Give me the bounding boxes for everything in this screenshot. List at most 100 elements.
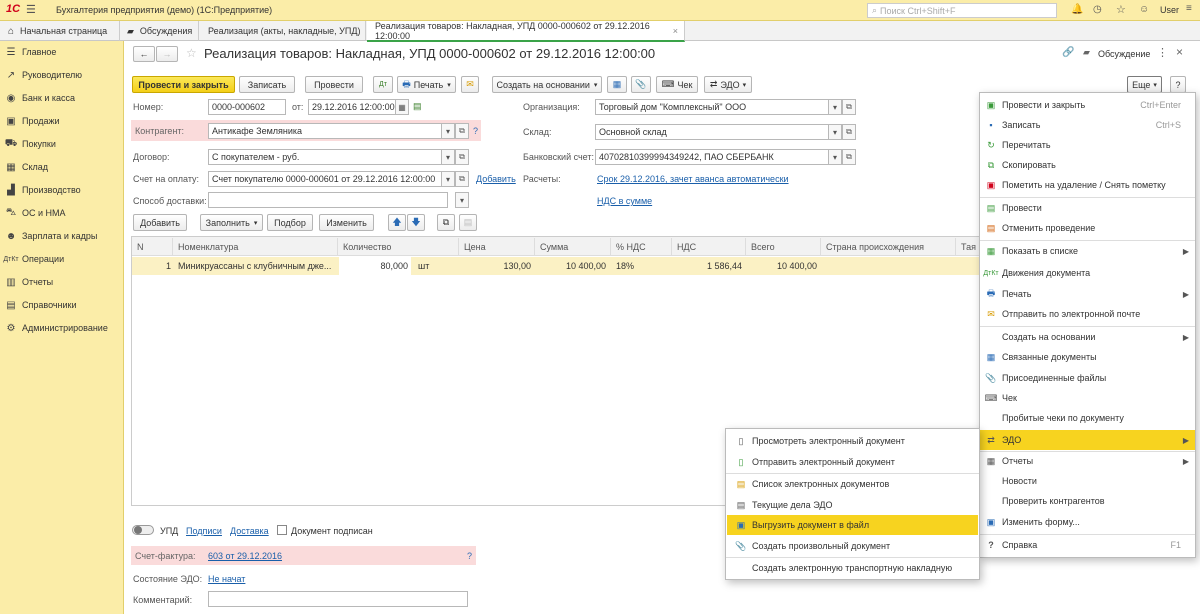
- menu-item-unpost[interactable]: ▤ Отменить проведение: [980, 218, 1195, 238]
- fill-button[interactable]: Заполнить ▾: [200, 214, 263, 231]
- sidebar-item-manager[interactable]: ↗ Руководителю: [0, 65, 124, 85]
- close-form-icon[interactable]: ×: [1176, 45, 1183, 59]
- org-dropdown-icon[interactable]: ▾: [828, 99, 842, 115]
- sidebar-item-operations[interactable]: ДтКт Операции: [0, 249, 124, 269]
- related-docs-button[interactable]: ▦: [607, 76, 627, 93]
- col-vat[interactable]: НДС: [673, 238, 746, 256]
- menu-item-change-form[interactable]: ▣ Изменить форму...: [980, 512, 1195, 532]
- move-up-button[interactable]: 🡅: [388, 214, 406, 231]
- sidebar-item-admin[interactable]: ⚙ Администрирование: [0, 318, 124, 338]
- close-icon[interactable]: ×: [673, 26, 678, 36]
- org-field[interactable]: Торговый дом "Комплексный" ООО: [595, 99, 835, 115]
- history-icon[interactable]: ◷: [1093, 4, 1102, 15]
- menu-item-check[interactable]: ⌨ Чек: [980, 388, 1195, 408]
- number-field[interactable]: 0000-000602: [208, 99, 286, 115]
- col-customs[interactable]: Тая: [957, 238, 979, 256]
- bell-icon[interactable]: 🔔: [1071, 4, 1083, 15]
- post-and-close-button[interactable]: Провести и закрыть: [132, 76, 235, 93]
- tab-document[interactable]: Реализация товаров: Накладная, УПД 0000-…: [367, 21, 685, 42]
- link-icon[interactable]: 🔗: [1062, 47, 1074, 58]
- sidebar-item-warehouse[interactable]: ▦ Склад: [0, 157, 124, 177]
- tab-home[interactable]: ⌂ Начальная страница: [0, 21, 120, 41]
- menu-item-reports[interactable]: ▦ Отчеты ▶: [980, 451, 1195, 471]
- copy-row-button[interactable]: ⧉: [437, 214, 455, 231]
- col-n[interactable]: N: [133, 238, 173, 256]
- contract-dropdown-icon[interactable]: ▾: [441, 149, 455, 165]
- star-icon[interactable]: ☆: [1116, 3, 1126, 16]
- menu-item-mark-delete[interactable]: ▣ Пометить на удаление / Снять пометку: [980, 175, 1195, 195]
- contract-field[interactable]: С покупателем - руб.: [208, 149, 448, 165]
- col-country[interactable]: Страна происхождения: [822, 238, 956, 256]
- more-button[interactable]: Еще ▾: [1127, 76, 1162, 93]
- edo-item-list[interactable]: ▤ Список электронных документов: [726, 474, 979, 494]
- date-check-icon[interactable]: ▤: [413, 101, 422, 112]
- menu-item-copy[interactable]: ⧉ Скопировать: [980, 155, 1195, 175]
- contractor-dropdown-icon[interactable]: ▾: [441, 123, 455, 139]
- delivery-link[interactable]: Доставка: [230, 526, 269, 536]
- date-field[interactable]: 29.12.2016 12:00:00: [308, 99, 396, 115]
- sidebar-item-bank[interactable]: ◉ Банк и касса: [0, 88, 124, 108]
- menu-item-check-contractors[interactable]: Проверить контрагентов: [980, 491, 1195, 511]
- invoice-factura-link[interactable]: 603 от 29.12.2016: [208, 551, 282, 561]
- add-invoice-link[interactable]: Добавить: [476, 174, 516, 184]
- search-input[interactable]: ⌕ Поиск Ctrl+Shift+F: [867, 3, 1057, 18]
- dt-kt-button[interactable]: Дт: [373, 76, 393, 93]
- invoice-dropdown-icon[interactable]: ▾: [441, 171, 455, 187]
- save-button[interactable]: Записать: [239, 76, 295, 93]
- warehouse-field[interactable]: Основной склад: [595, 124, 835, 140]
- menu-item-movements[interactable]: ДтКт Движения документа: [980, 263, 1195, 283]
- change-button[interactable]: Изменить: [319, 214, 374, 231]
- signed-checkbox[interactable]: [277, 525, 287, 535]
- sidebar-item-production[interactable]: ▟ Производство: [0, 180, 124, 200]
- sidebar-item-assets[interactable]: ⛍ ОС и НМА: [0, 203, 124, 223]
- print-button[interactable]: 🖶 Печать ▾: [397, 76, 456, 93]
- menu-icon[interactable]: ☰: [26, 3, 36, 16]
- user-name[interactable]: User: [1160, 5, 1179, 15]
- menu-item-post-close[interactable]: ▣ Провести и закрыть Ctrl+Enter: [980, 95, 1195, 115]
- back-button[interactable]: ←: [133, 46, 155, 62]
- warehouse-open-icon[interactable]: ⧉: [842, 124, 856, 140]
- col-total[interactable]: Всего: [747, 238, 821, 256]
- discussion-link[interactable]: Обсуждение: [1098, 49, 1150, 59]
- bank-dropdown-icon[interactable]: ▾: [828, 149, 842, 165]
- sidebar-item-sales[interactable]: ▣ Продажи: [0, 111, 124, 131]
- sidebar-item-reports[interactable]: ▥ Отчеты: [0, 272, 124, 292]
- create-based-button[interactable]: Создать на основании ▾: [492, 76, 602, 93]
- tab-discussions[interactable]: ▰ Обсуждения: [121, 21, 199, 41]
- menu-item-related[interactable]: ▦ Связанные документы: [980, 347, 1195, 367]
- col-price[interactable]: Цена: [460, 238, 535, 256]
- edo-item-transport[interactable]: Создать электронную транспортную накладн…: [726, 558, 979, 578]
- menu-item-save[interactable]: ▪ Записать Ctrl+S: [980, 115, 1195, 135]
- help-button[interactable]: ?: [1170, 76, 1186, 93]
- forward-button[interactable]: →: [156, 46, 178, 62]
- menu-item-show-in-list[interactable]: ▦ Показать в списке ▶: [980, 241, 1195, 261]
- tab-sales-list[interactable]: Реализация (акты, накладные, УПД): [200, 21, 366, 41]
- check-button[interactable]: ⌨ Чек: [656, 76, 698, 93]
- user-icon[interactable]: ☺: [1139, 4, 1149, 15]
- more-vert-icon[interactable]: ⋮: [1157, 46, 1168, 59]
- contractor-help-icon[interactable]: ?: [473, 126, 478, 136]
- post-button[interactable]: Провести: [305, 76, 363, 93]
- col-quantity[interactable]: Количество: [339, 238, 459, 256]
- invoice-open-icon[interactable]: ⧉: [455, 171, 469, 187]
- upd-toggle[interactable]: [132, 525, 154, 535]
- settlements-link[interactable]: Срок 29.12.2016, зачет аванса автоматиче…: [597, 174, 789, 184]
- edo-item-tasks[interactable]: ▤ Текущие дела ЭДО: [726, 495, 979, 515]
- discussion-icon[interactable]: ▰: [1083, 47, 1090, 58]
- edo-item-export-file[interactable]: ▣ Выгрузить документ в файл: [727, 515, 978, 535]
- col-vat-rate[interactable]: % НДС: [612, 238, 672, 256]
- attach-button[interactable]: 📎: [631, 76, 651, 93]
- bank-open-icon[interactable]: ⧉: [842, 149, 856, 165]
- calendar-icon[interactable]: ▦: [395, 99, 409, 115]
- invoice-help-icon[interactable]: ?: [467, 551, 472, 561]
- paste-row-button[interactable]: ▤: [459, 214, 477, 231]
- menu-item-edo[interactable]: ⇄ ЭДО ▶: [980, 430, 1195, 450]
- menu-item-attached[interactable]: 📎 Присоединенные файлы: [980, 368, 1195, 388]
- menu-item-printed-checks[interactable]: Пробитые чеки по документу: [980, 408, 1195, 428]
- settings-icon[interactable]: ≡: [1186, 3, 1192, 14]
- invoice-field[interactable]: Счет покупателю 0000-000601 от 29.12.201…: [208, 171, 448, 187]
- contract-open-icon[interactable]: ⧉: [455, 149, 469, 165]
- add-row-button[interactable]: Добавить: [133, 214, 187, 231]
- edo-state-link[interactable]: Не начат: [208, 574, 245, 584]
- col-nomenclature[interactable]: Номенклатура: [174, 238, 338, 256]
